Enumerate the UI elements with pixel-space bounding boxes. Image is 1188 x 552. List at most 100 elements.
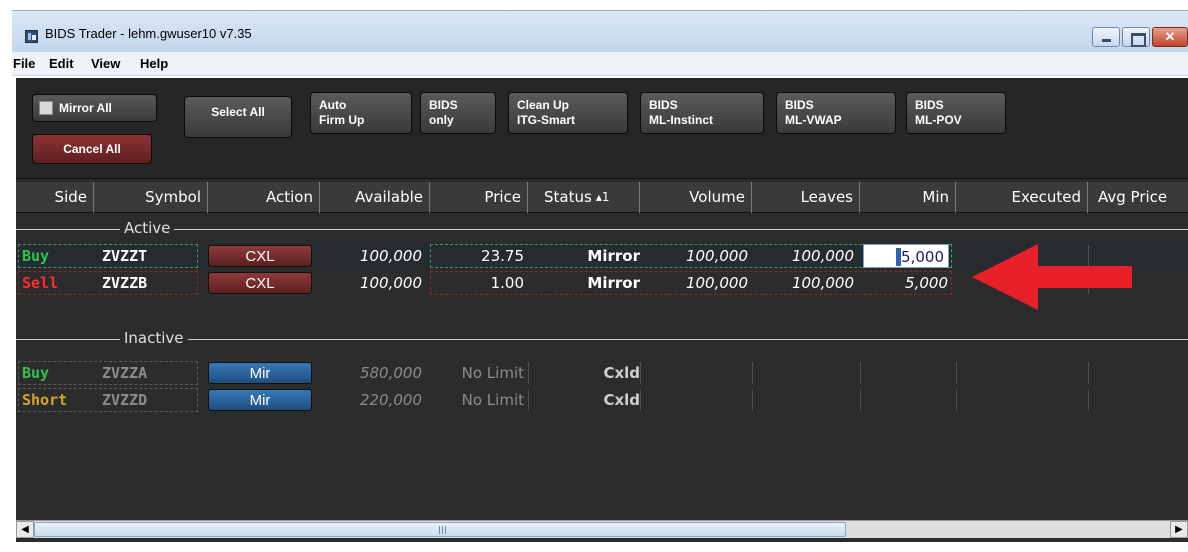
column-header-symbol[interactable]: Symbol <box>94 182 208 213</box>
bids-ml-pov-button[interactable]: BIDS ML-POV <box>906 92 1006 134</box>
mirror-all-checkbox[interactable] <box>39 101 53 115</box>
column-separator <box>528 389 529 411</box>
window-title: BIDS Trader - lehm.gwuser10 v7.35 <box>45 26 252 41</box>
symbol-cell: ZVZZD <box>102 391 148 409</box>
sort-ascending-icon: ▴1 <box>595 190 610 204</box>
section-active-label: Active <box>120 219 175 237</box>
status-cell: Mirror <box>587 274 640 292</box>
symbol-cell: ZVZZT <box>102 247 148 265</box>
menu-bar: File Edit View Help <box>12 52 1188 76</box>
column-header-avg-price[interactable]: Avg Price <box>1088 182 1188 213</box>
close-button[interactable] <box>1152 27 1188 47</box>
leaves-cell: 100,000 <box>791 247 854 265</box>
bids-ml-vwap-button[interactable]: BIDS ML-VWAP <box>776 92 896 134</box>
column-header-executed[interactable]: Executed <box>956 182 1088 213</box>
available-cell: 580,000 <box>359 364 422 382</box>
status-cell: Cxld <box>603 364 640 382</box>
column-separator <box>640 389 641 411</box>
menu-edit[interactable]: Edit <box>49 56 74 71</box>
price-cell[interactable]: 23.75 <box>436 243 524 269</box>
grip-icon <box>439 526 447 534</box>
mirror-all-button[interactable]: Mirror All <box>32 94 157 122</box>
column-separator <box>860 389 861 411</box>
symbol-cell: ZVZZB <box>102 274 148 292</box>
bids-ml-instinct-button[interactable]: BIDS ML-Instinct <box>640 92 764 134</box>
cxl-button[interactable]: CXL <box>208 245 312 267</box>
cancel-all-button[interactable]: Cancel All <box>32 134 152 164</box>
select-all-label: Select All <box>211 105 265 119</box>
column-header-action[interactable]: Action <box>208 182 320 213</box>
bids-only-line2: only <box>429 113 454 127</box>
grid-header: Side Symbol Action Available Price Statu… <box>16 182 1188 213</box>
column-header-price[interactable]: Price <box>430 182 528 213</box>
auto-firm-up-line1: Auto <box>319 98 347 112</box>
ml-pov-line2: ML-POV <box>915 113 962 127</box>
ml-vwap-line1: BIDS <box>785 98 814 112</box>
ml-vwap-line2: ML-VWAP <box>785 113 842 127</box>
volume-cell: 100,000 <box>685 247 748 265</box>
price-cell[interactable]: 1.00 <box>436 270 524 296</box>
column-header-leaves[interactable]: Leaves <box>752 182 860 213</box>
side-cell: Sell <box>22 274 59 292</box>
cxl-button[interactable]: CXL <box>208 272 312 294</box>
menu-help[interactable]: Help <box>140 56 168 71</box>
available-cell: 220,000 <box>359 391 422 409</box>
column-separator <box>1088 389 1089 411</box>
bids-only-line1: BIDS <box>429 98 458 112</box>
mir-button[interactable]: Mir <box>208 362 312 384</box>
column-header-side[interactable]: Side <box>16 182 94 213</box>
section-line <box>16 229 1188 230</box>
status-cell: Mirror <box>587 247 640 265</box>
ml-instinct-line2: ML-Instinct <box>649 113 713 127</box>
table-row[interactable]: Buy ZVZZA Mir 580,000 No Limit Cxld <box>16 360 1188 386</box>
side-cell: Buy <box>22 247 50 265</box>
status-cell: Cxld <box>603 391 640 409</box>
min-cell: 5,000 <box>905 274 948 292</box>
red-arrow-icon <box>972 244 1132 310</box>
symbol-cell: ZVZZA <box>102 364 148 382</box>
minimize-button[interactable] <box>1092 27 1120 47</box>
clean-up-itg-smart-button[interactable]: Clean Up ITG-Smart <box>508 92 628 134</box>
select-all-button[interactable]: Select All <box>184 96 292 138</box>
column-header-min[interactable]: Min <box>860 182 956 213</box>
toolbar: Mirror All Cancel All Select All Auto Fi… <box>16 78 1188 179</box>
sort-order-number: 1 <box>601 190 610 204</box>
side-cell: Short <box>22 391 68 409</box>
available-cell: 100,000 <box>359 247 422 265</box>
column-separator <box>1088 362 1089 384</box>
column-header-volume[interactable]: Volume <box>640 182 752 213</box>
bids-only-button[interactable]: BIDS only <box>420 92 496 134</box>
scroll-left-arrow-icon[interactable]: ◀ <box>16 521 34 538</box>
auto-firm-up-button[interactable]: Auto Firm Up <box>310 92 412 134</box>
column-separator <box>752 362 753 384</box>
status-header-label: Status <box>544 188 592 206</box>
maximize-button[interactable] <box>1122 27 1150 47</box>
title-bar: BIDS Trader - lehm.gwuser10 v7.35 <box>12 10 1188 52</box>
column-separator <box>752 389 753 411</box>
column-separator <box>640 362 641 384</box>
column-separator <box>528 362 529 384</box>
available-cell: 100,000 <box>359 274 422 292</box>
min-quantity-input[interactable]: 5,000 <box>863 244 949 268</box>
column-separator <box>956 389 957 411</box>
table-row[interactable]: Short ZVZZD Mir 220,000 No Limit Cxld <box>16 387 1188 413</box>
scroll-thumb[interactable] <box>34 522 846 537</box>
column-separator <box>956 362 957 384</box>
scroll-right-arrow-icon[interactable]: ▶ <box>1170 521 1188 538</box>
section-active: Active <box>16 218 1188 240</box>
column-header-status[interactable]: Status ▴1 <box>528 182 640 213</box>
ml-instinct-line1: BIDS <box>649 98 678 112</box>
price-cell: No Limit <box>461 391 524 409</box>
side-cell: Buy <box>22 364 50 382</box>
column-header-available[interactable]: Available <box>320 182 430 213</box>
menu-file[interactable]: File <box>13 56 35 71</box>
horizontal-scrollbar[interactable]: ◀ ▶ <box>16 520 1188 538</box>
window-controls <box>1092 27 1188 47</box>
min-input-value: 5,000 <box>901 248 944 266</box>
section-inactive-label: Inactive <box>120 329 188 347</box>
clean-up-line2: ITG-Smart <box>517 113 576 127</box>
section-inactive: Inactive <box>16 328 1188 350</box>
volume-cell: 100,000 <box>685 274 748 292</box>
mir-button[interactable]: Mir <box>208 389 312 411</box>
menu-view[interactable]: View <box>91 56 120 71</box>
